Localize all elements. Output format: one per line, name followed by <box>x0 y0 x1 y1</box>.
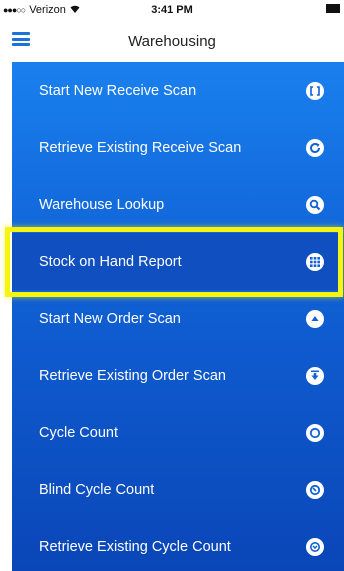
menu-item-retrieve-existing-order-scan[interactable]: Retrieve Existing Order Scan <box>12 347 344 404</box>
menu-item-blind-cycle-count[interactable]: Blind Cycle Count <box>12 461 344 518</box>
menu-item-label: Retrieve Existing Receive Scan <box>39 139 242 156</box>
menu-item-start-new-order-scan[interactable]: Start New Order Scan <box>12 290 344 347</box>
menu-item-retrieve-existing-cycle-count[interactable]: Retrieve Existing Cycle Count <box>12 518 344 571</box>
nav-bar: Warehousing <box>0 20 344 62</box>
warehousing-menu: Start New Receive Scan Retrieve Existing… <box>12 62 344 571</box>
ring-icon <box>306 423 324 442</box>
menu-item-label: Stock on Hand Report <box>39 253 182 270</box>
menu-item-start-new-receive-scan[interactable]: Start New Receive Scan <box>12 62 344 119</box>
menu-item-label: Cycle Count <box>39 424 118 441</box>
menu-item-stock-on-hand-report[interactable]: Stock on Hand Report <box>12 233 344 290</box>
status-bar: ●●●○○ Verizon 3:41 PM <box>0 0 344 20</box>
menu-item-retrieve-existing-receive-scan[interactable]: Retrieve Existing Receive Scan <box>12 119 344 176</box>
refresh-icon <box>306 138 324 157</box>
status-time: 3:41 PM <box>151 4 193 16</box>
page-title: Warehousing <box>128 33 216 50</box>
arrow-up-icon <box>306 309 324 328</box>
battery-icon <box>326 4 340 13</box>
menu-item-label: Start New Receive Scan <box>39 82 197 99</box>
download-icon <box>306 366 324 385</box>
menu-item-label: Retrieve Existing Order Scan <box>39 367 226 384</box>
menu-item-warehouse-lookup[interactable]: Warehouse Lookup <box>12 176 344 233</box>
menu-item-label: Warehouse Lookup <box>39 196 165 213</box>
menu-item-label: Retrieve Existing Cycle Count <box>39 538 231 555</box>
menu-item-cycle-count[interactable]: Cycle Count <box>12 404 344 461</box>
menu-item-label: Start New Order Scan <box>39 310 181 327</box>
dial-icon <box>306 480 324 499</box>
menu-item-label: Blind Cycle Count <box>39 481 155 498</box>
search-icon <box>306 195 324 214</box>
grid-icon <box>306 252 324 271</box>
chevron-down-circle-icon <box>306 537 324 556</box>
brackets-icon <box>306 81 324 100</box>
